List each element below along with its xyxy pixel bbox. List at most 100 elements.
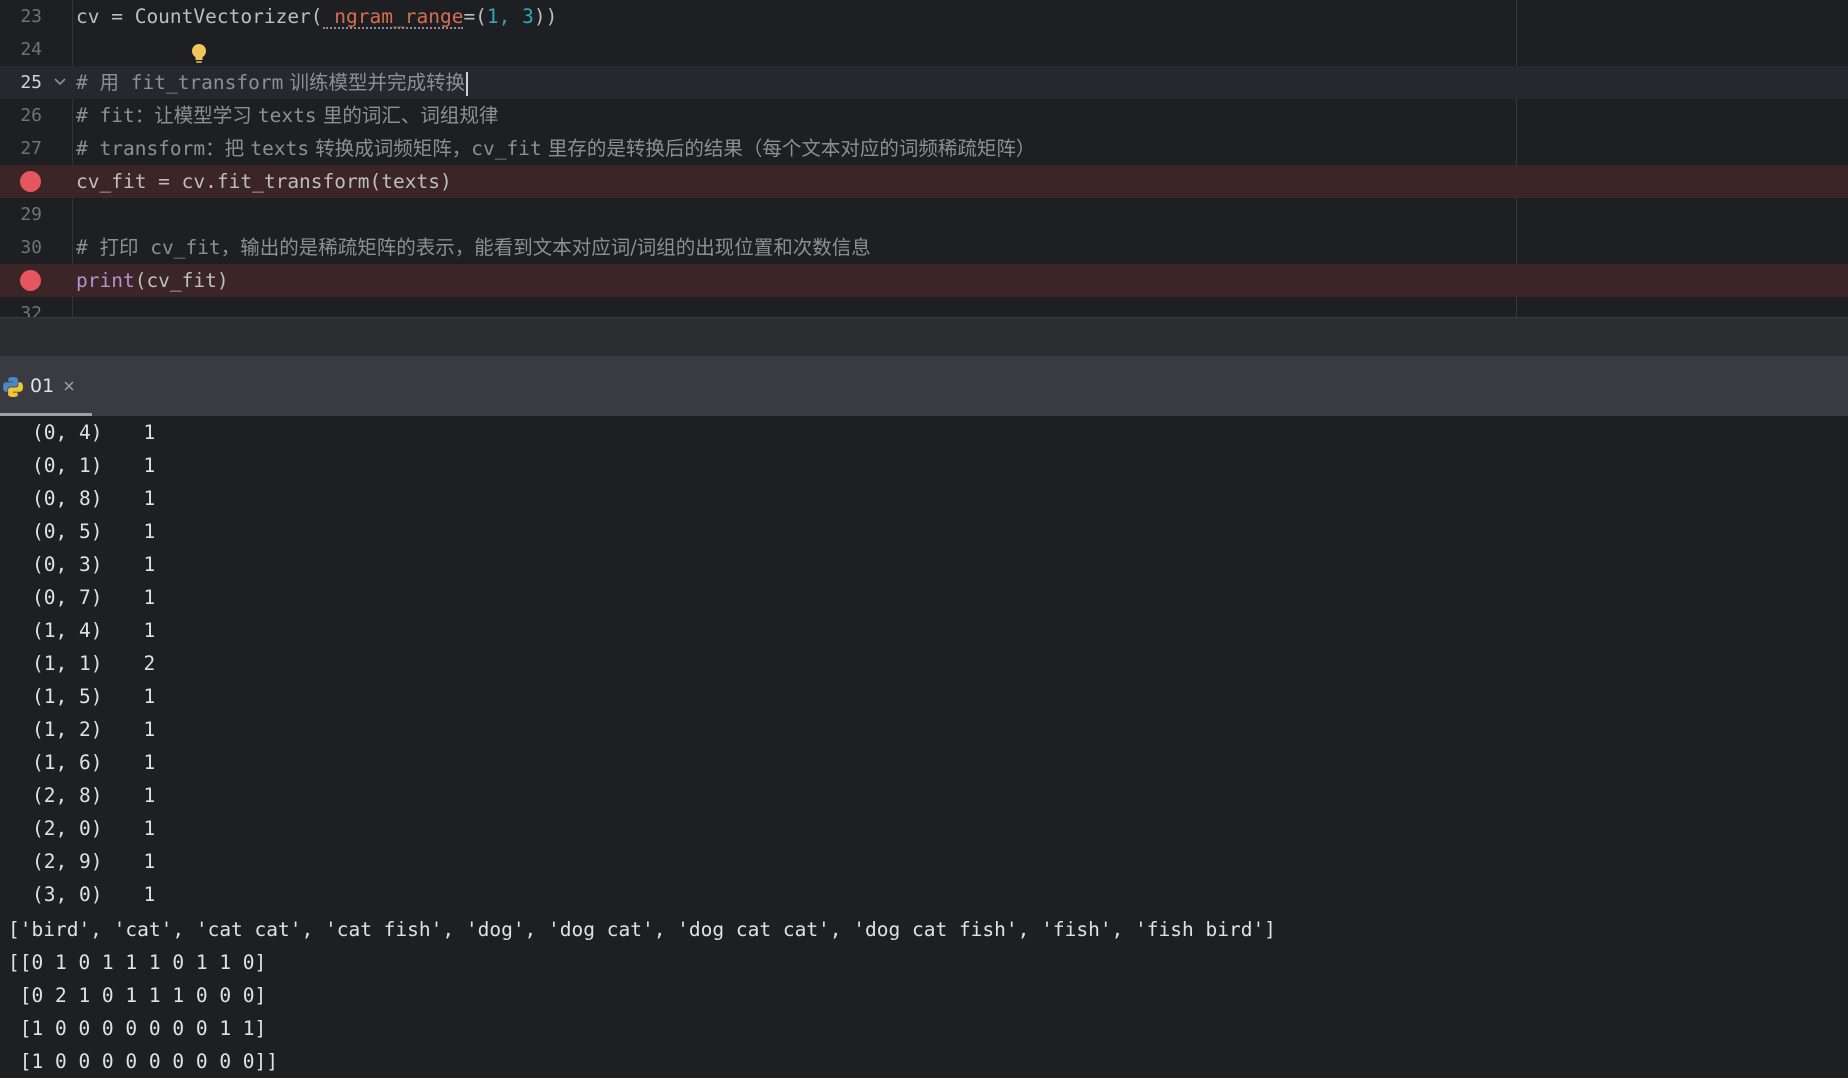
- comment-text: ，输出的是稀疏矩阵的表示，能看到文本对应词/词组的出现位置和次数信息: [220, 236, 871, 259]
- sparse-index: (0, 5): [32, 520, 103, 543]
- line-number: 30: [20, 237, 42, 258]
- sparse-count: 1: [143, 454, 156, 477]
- sparse-count: 2: [143, 652, 156, 675]
- line-number: 29: [20, 204, 42, 225]
- comment-code: cv_fit: [471, 137, 542, 160]
- sparse-index: (0, 3): [32, 553, 103, 576]
- code-token-number: 1: [486, 5, 499, 28]
- sparse-count: 1: [143, 487, 156, 510]
- sparse-index: (1, 1): [32, 652, 103, 675]
- sparse-count: 1: [143, 421, 156, 444]
- close-icon[interactable]: [62, 379, 76, 393]
- sparse-entry: (2, 0) 1: [8, 812, 155, 845]
- code-comment[interactable]: # transform：把 texts 转换成词频矩阵，cv_fit 里存的是转…: [76, 132, 1035, 165]
- comment-code: fit_transform: [130, 71, 284, 94]
- comment-code: cv_fit: [150, 236, 221, 259]
- code-line-32[interactable]: 32: [0, 297, 1848, 318]
- gutter-cell[interactable]: 25: [0, 66, 72, 99]
- sparse-count: 1: [143, 553, 156, 576]
- code-line-26[interactable]: 26 # fit：让模型学习 texts 里的词汇、词组规律: [0, 99, 1848, 132]
- code-token: cv = CountVectorizer(: [76, 5, 323, 28]
- code-text[interactable]: print(cv_fit): [76, 264, 229, 297]
- line-number: 24: [20, 39, 42, 60]
- code-line-31[interactable]: print(cv_fit): [0, 264, 1848, 297]
- sparse-count: 1: [143, 586, 156, 609]
- gutter-cell[interactable]: 32: [0, 297, 72, 318]
- sparse-index: (1, 5): [32, 685, 103, 708]
- python-icon: [3, 377, 23, 397]
- sparse-count: 1: [143, 850, 156, 873]
- code-token: ,: [498, 5, 523, 28]
- code-comment[interactable]: # fit：让模型学习 texts 里的词汇、词组规律: [76, 99, 498, 132]
- matrix-row: [1 0 0 0 0 0 0 0 1 1]: [8, 1017, 267, 1040]
- sparse-entry: (2, 9) 1: [8, 845, 155, 878]
- comment-text: 训练模型并完成转换: [283, 71, 466, 94]
- sparse-entry: (1, 4) 1: [8, 614, 155, 647]
- sparse-count: 1: [143, 685, 156, 708]
- sparse-entry: (0, 7) 1: [8, 581, 155, 614]
- sparse-index: (2, 8): [32, 784, 103, 807]
- sparse-entry: (3, 0) 1: [8, 878, 155, 911]
- gutter-cell[interactable]: 30: [0, 231, 72, 264]
- sparse-index: (1, 4): [32, 619, 103, 642]
- code-token-builtin: print: [76, 269, 135, 292]
- sparse-index: (0, 4): [32, 421, 103, 444]
- sparse-index: (2, 0): [32, 817, 103, 840]
- text-caret: [466, 71, 469, 96]
- lightbulb-icon[interactable]: [190, 43, 208, 65]
- sparse-index: (2, 9): [32, 850, 103, 873]
- code-token-param: ngram_range: [322, 0, 463, 33]
- sparse-entry: (1, 1) 2: [8, 647, 155, 680]
- code-line-29[interactable]: 29: [0, 198, 1848, 231]
- line-number: 23: [20, 6, 42, 27]
- gutter-cell[interactable]: 29: [0, 198, 72, 231]
- code-token: =(: [463, 5, 487, 28]
- sparse-count: 1: [143, 718, 156, 741]
- comment-text: ：让模型学习: [134, 104, 258, 127]
- sparse-index: (0, 8): [32, 487, 103, 510]
- code-line-24[interactable]: 24: [0, 33, 1848, 66]
- code-line-27[interactable]: 27 # transform：把 texts 转换成词频矩阵，cv_fit 里存…: [0, 132, 1848, 165]
- comment-prefix: #: [76, 137, 100, 160]
- comment-prefix: # 用: [76, 71, 131, 94]
- code-line-30[interactable]: 30 # 打印 cv_fit，输出的是稀疏矩阵的表示，能看到文本对应词/词组的出…: [0, 231, 1848, 264]
- code-editor[interactable]: 23 cv = CountVectorizer( ngram_range=(1,…: [0, 0, 1848, 318]
- gutter-cell[interactable]: 24: [0, 33, 72, 66]
- gutter-cell[interactable]: [0, 165, 72, 198]
- sparse-index: (0, 7): [32, 586, 103, 609]
- code-line-28[interactable]: cv_fit = cv.fit_transform(texts): [0, 165, 1848, 198]
- comment-code: texts: [257, 104, 317, 127]
- sparse-entry: (1, 2) 1: [8, 713, 155, 746]
- sparse-count: 1: [143, 817, 156, 840]
- breakpoint-icon[interactable]: [20, 270, 41, 291]
- comment-text: 转换成词频矩阵，: [309, 137, 472, 160]
- console-output[interactable]: (0, 4) 1 (0, 1) 1 (0, 8) 1 (0, 5) 1 (0, 3) 1 (0, 7…: [0, 416, 1848, 1078]
- sparse-entry: (0, 5) 1: [8, 515, 155, 548]
- sparse-index: (1, 2): [32, 718, 103, 741]
- matrix-row: [0 2 1 0 1 1 1 0 0 0]: [8, 984, 267, 1007]
- code-line-25[interactable]: 25 # 用 fit_transform 训练模型并完成转换: [0, 66, 1848, 99]
- sparse-index: (3, 0): [32, 883, 103, 906]
- code-text[interactable]: cv = CountVectorizer( ngram_range=(1, 3)…: [76, 0, 557, 33]
- panel-splitter[interactable]: [0, 318, 1848, 356]
- code-comment[interactable]: # 打印 cv_fit，输出的是稀疏矩阵的表示，能看到文本对应词/词组的出现位置…: [76, 231, 871, 264]
- code-line-23[interactable]: 23 cv = CountVectorizer( ngram_range=(1,…: [0, 0, 1848, 33]
- gutter-cell[interactable]: 27: [0, 132, 72, 165]
- gutter-cell[interactable]: 23: [0, 0, 72, 33]
- matrix-row: [[0 1 0 1 1 1 0 1 1 0]: [8, 951, 267, 974]
- comment-text: ：把: [205, 137, 251, 160]
- gutter-cell[interactable]: [0, 264, 72, 297]
- code-comment[interactable]: # 用 fit_transform 训练模型并完成转换: [76, 66, 469, 99]
- comment-code: fit: [99, 104, 135, 127]
- tab-run-01[interactable]: 01: [0, 356, 92, 416]
- code-text[interactable]: cv_fit = cv.fit_transform(texts): [76, 165, 452, 198]
- sparse-count: 1: [143, 619, 156, 642]
- gutter-cell[interactable]: 26: [0, 99, 72, 132]
- sparse-index: (0, 1): [32, 454, 103, 477]
- comment-text: 里存的是转换后的结果（每个文本对应的词频稀疏矩阵）: [541, 137, 1036, 160]
- feature-names-output: ['bird', 'cat', 'cat cat', 'cat fish', '…: [8, 918, 1276, 941]
- code-token-number: 3: [522, 5, 534, 28]
- sparse-count: 1: [143, 784, 156, 807]
- fold-arrow-icon[interactable]: [53, 75, 67, 89]
- breakpoint-icon[interactable]: [20, 171, 41, 192]
